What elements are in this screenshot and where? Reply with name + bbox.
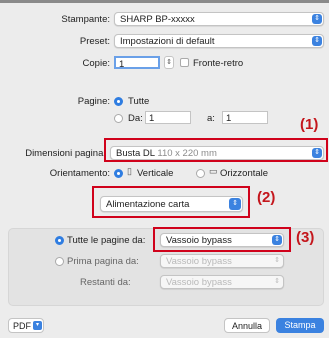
highlight-box-1 xyxy=(104,138,328,162)
feed-first-page-popup[interactable]: Vassoio bypass ⇕ xyxy=(160,254,284,268)
copies-field[interactable]: 1 xyxy=(114,56,160,70)
chevron-updown-icon: ⇕ xyxy=(274,257,280,264)
orientation-portrait-label: Verticale xyxy=(137,168,174,179)
orientation-landscape-label: Orizzontale xyxy=(220,168,269,179)
pages-to-label: a: xyxy=(207,113,215,124)
callout-2: (2) xyxy=(257,189,276,206)
landscape-icon: ▭ xyxy=(209,166,218,176)
pdf-menu-button[interactable]: PDF ▾ xyxy=(8,318,44,333)
pages-label: Pagine: xyxy=(77,96,110,107)
print-button[interactable]: Stampa xyxy=(276,318,324,333)
portrait-icon: ▯ xyxy=(127,166,132,176)
window-top-edge xyxy=(0,0,329,3)
feed-remaining-label: Restanti da: xyxy=(80,277,131,288)
chevron-updown-icon: ⇕ xyxy=(312,14,322,24)
pages-from-field[interactable]: 1 xyxy=(145,111,191,124)
orientation-label: Orientamento: xyxy=(49,168,110,179)
feed-first-page-label: Prima pagina da: xyxy=(67,256,139,267)
printer-label: Stampante: xyxy=(61,14,110,25)
copies-stepper[interactable]: ⇕ xyxy=(164,56,174,69)
printer-value: SHARP BP-xxxxx xyxy=(120,14,195,25)
orientation-portrait-radio[interactable] xyxy=(114,169,123,178)
callout-1: (1) xyxy=(300,116,319,133)
pages-all-label: Tutte xyxy=(128,96,150,107)
chevron-down-icon: ▾ xyxy=(33,321,42,330)
printer-popup[interactable]: SHARP BP-xxxxx ⇕ xyxy=(114,12,324,26)
copies-label: Copie: xyxy=(82,58,110,69)
duplex-checkbox[interactable] xyxy=(180,58,189,67)
callout-3: (3) xyxy=(296,229,315,246)
highlight-box-3 xyxy=(153,227,291,252)
feed-remaining-value: Vassoio bypass xyxy=(166,277,232,288)
pages-from-label: Da: xyxy=(128,113,143,124)
preset-label: Preset: xyxy=(79,36,110,47)
chevron-updown-icon: ⇕ xyxy=(312,36,322,46)
feed-remaining-popup[interactable]: Vassoio bypass ⇕ xyxy=(160,275,284,289)
pdf-label: PDF xyxy=(13,321,31,331)
pages-range-radio[interactable] xyxy=(114,114,123,123)
orientation-landscape-radio[interactable] xyxy=(196,169,205,178)
feed-all-pages-label: Tutte le pagine da: xyxy=(67,235,146,246)
preset-value: Impostazioni di default xyxy=(120,36,215,47)
cancel-button[interactable]: Annulla xyxy=(224,318,270,333)
pages-to-field[interactable]: 1 xyxy=(222,111,268,124)
duplex-label: Fronte-retro xyxy=(193,58,244,69)
feed-first-page-radio[interactable] xyxy=(55,257,64,266)
paper-size-label: Dimensioni pagina: xyxy=(25,148,106,159)
feed-all-pages-radio[interactable] xyxy=(55,236,64,245)
preset-popup[interactable]: Impostazioni di default ⇕ xyxy=(114,34,324,48)
feed-first-page-value: Vassoio bypass xyxy=(166,256,232,267)
chevron-updown-icon: ⇕ xyxy=(274,278,280,285)
pages-all-radio[interactable] xyxy=(114,97,123,106)
highlight-box-2 xyxy=(92,186,250,218)
